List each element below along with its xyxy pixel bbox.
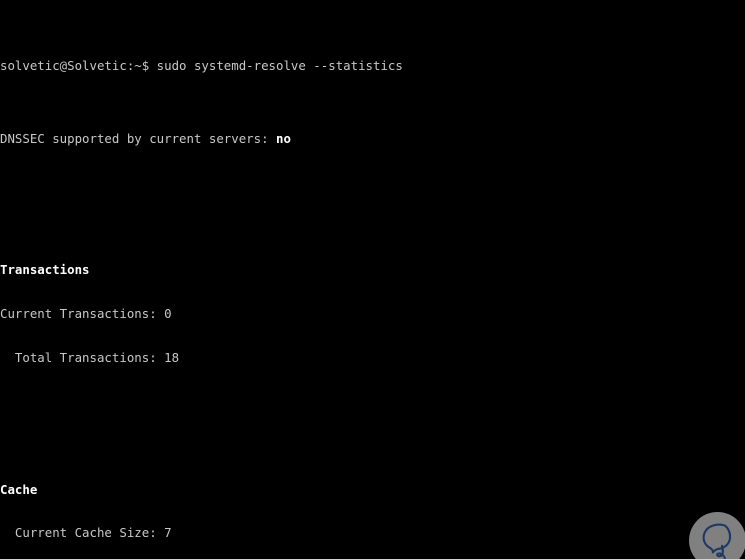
dnssec-support-line: DNSSEC supported by current servers: no	[0, 130, 745, 147]
command-line: solvetic@Solvetic:~$ sudo systemd-resolv…	[0, 57, 403, 73]
row-current-cache-size: Current Cache Size: 7	[0, 525, 172, 541]
row-total-transactions: Total Transactions: 18	[0, 349, 180, 365]
row-current-transactions: Current Transactions: 0	[0, 306, 172, 322]
spacer-line	[0, 190, 745, 205]
dnssec-support-value: no	[276, 130, 291, 146]
terminal-window: solvetic@Solvetic:~$ sudo systemd-resolv…	[0, 0, 745, 559]
spacer-line	[0, 409, 745, 424]
section-heading-cache: Cache	[0, 481, 38, 497]
terminal-output-area[interactable]: solvetic@Solvetic:~$ sudo systemd-resolv…	[0, 0, 745, 559]
dnssec-support-space	[269, 131, 276, 146]
dnssec-support-label: DNSSEC supported by current servers:	[0, 130, 269, 146]
section-heading-transactions: Transactions	[0, 262, 90, 278]
